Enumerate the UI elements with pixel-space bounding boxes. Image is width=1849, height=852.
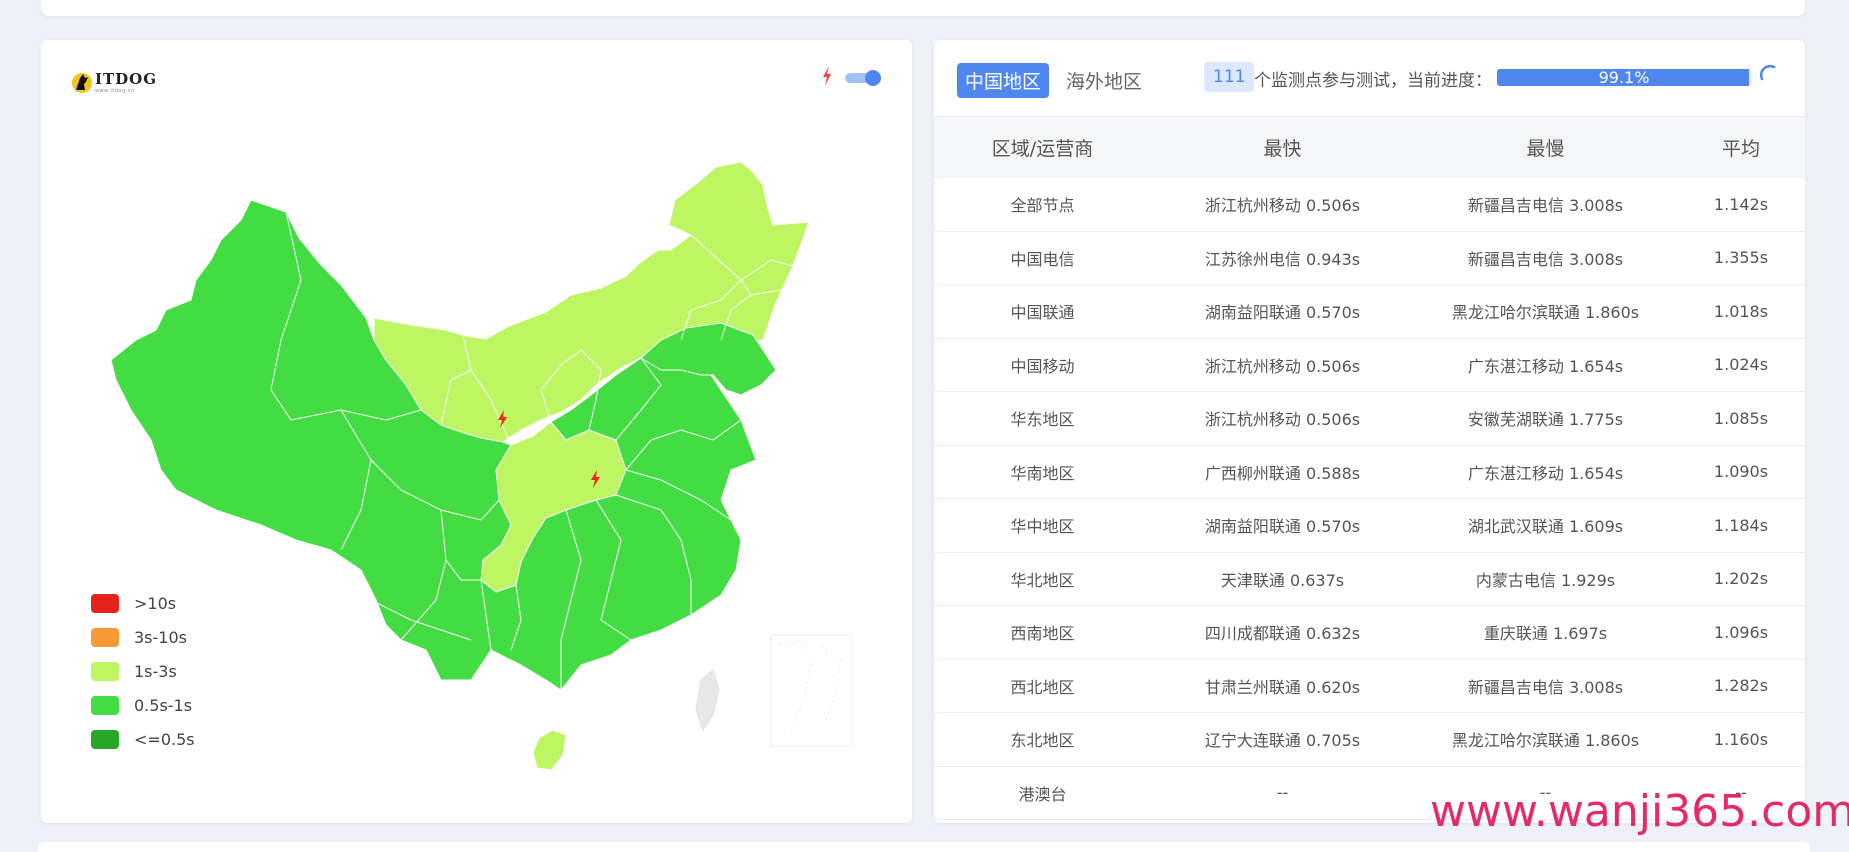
cell-average: 1.090s [1677,445,1805,499]
cell-slowest: 广东湛江移动 1.654s [1414,445,1677,499]
cell-fastest: 天津联通 0.637s [1151,552,1414,606]
map-legend: >10s 3s-10s 1s-3s 0.5s-1s <=0.5s [91,586,195,756]
cell-slowest: 广东湛江移动 1.654s [1414,338,1677,392]
table-row: 东北地区 辽宁大连联通 0.705s 黑龙江哈尔滨联通 1.860s 1.160s [934,712,1805,767]
table-row: 华中地区 湖南益阳联通 0.570s 湖北武汉联通 1.609s 1.184s [934,498,1805,553]
tab-overseas[interactable]: 海外地区 [1058,63,1150,98]
cell-region: 华北地区 [934,552,1151,606]
cell-average: 1.096s [1677,605,1805,660]
cell-region: 港澳台 [934,766,1151,820]
watermark-text: www.wanji365.com [1430,786,1849,837]
table-row: 中国电信 江苏徐州电信 0.943s 新疆昌吉电信 3.008s 1.355s [934,231,1805,285]
cell-slowest: 重庆联通 1.697s [1414,605,1677,660]
legend-item: <=0.5s [91,722,195,756]
cell-region: 华中地区 [934,498,1151,553]
cell-slowest: 新疆昌吉电信 3.008s [1414,177,1677,232]
tab-china[interactable]: 中国地区 [957,63,1050,98]
south-china-sea-inset [770,634,853,747]
cell-average: 1.202s [1677,552,1805,606]
legend-label: 0.5s-1s [134,695,193,715]
progress-bar: 99.1% [1497,69,1751,86]
cell-average: 1.355s [1677,231,1805,285]
cell-average: 1.085s [1677,391,1805,446]
cell-slowest: 新疆昌吉电信 3.008s [1414,231,1677,285]
cell-slowest: 黑龙江哈尔滨联通 1.860s [1414,712,1677,767]
legend-item: 3s-10s [91,620,195,654]
cell-fastest: -- [1151,766,1414,820]
cell-region: 中国电信 [934,231,1151,285]
cell-slowest: 黑龙江哈尔滨联通 1.860s [1414,284,1677,339]
cell-region: 西北地区 [934,659,1151,713]
col-header-region[interactable]: 区域/运营商 [934,116,1151,178]
cell-fastest: 湖南益阳联通 0.570s [1151,284,1414,339]
legend-item: >10s [91,586,195,620]
cell-fastest: 广西柳州联通 0.588s [1151,445,1414,499]
legend-swatch [91,593,119,613]
legend-label: 3s-10s [134,627,187,647]
results-table: 区域/运营商 最快 最慢 平均 全部节点 浙江杭州移动 0.506s 新疆昌吉电信 … [934,116,1805,820]
col-header-fastest[interactable]: 最快 [1151,116,1414,178]
col-header-average[interactable]: 平均 [1677,116,1805,178]
legend-swatch [91,661,119,681]
cell-region: 华东地区 [934,391,1151,446]
cell-fastest: 四川成都联通 0.632s [1151,605,1414,660]
cell-fastest: 甘肃兰州联通 0.620s [1151,659,1414,713]
cell-region: 华南地区 [934,445,1151,499]
cell-slowest: 内蒙古电信 1.929s [1414,552,1677,606]
cell-region: 西南地区 [934,605,1151,660]
table-row: 华北地区 天津联通 0.637s 内蒙古电信 1.929s 1.202s [934,552,1805,606]
table-row: 华东地区 浙江杭州移动 0.506s 安徽芜湖联通 1.775s 1.085s [934,391,1805,446]
cell-region: 东北地区 [934,712,1151,767]
cell-average: 1.142s [1677,177,1805,232]
legend-label: >10s [134,593,177,613]
legend-label: 1s-3s [134,661,177,681]
progress-caption: 个监测点参与测试，当前进度： [1254,71,1492,91]
top-panel-edge [41,0,1805,16]
region-tabs: 中国地区 海外地区 [957,63,1159,98]
cell-fastest: 江苏徐州电信 0.943s [1151,231,1414,285]
cell-average: 1.018s [1677,284,1805,339]
cell-region: 全部节点 [934,177,1151,232]
node-count-badge: 111 [1204,62,1255,92]
cell-fastest: 辽宁大连联通 0.705s [1151,712,1414,767]
table-row: 中国移动 浙江杭州移动 0.506s 广东湛江移动 1.654s 1.024s [934,338,1805,392]
map-region-taiwan [695,669,720,731]
cell-fastest: 浙江杭州移动 0.506s [1151,338,1414,392]
legend-item: 1s-3s [91,654,195,688]
table-row: 华南地区 广西柳州联通 0.588s 广东湛江移动 1.654s 1.090s [934,445,1805,499]
col-header-slowest[interactable]: 最慢 [1414,116,1677,178]
legend-label: <=0.5s [134,729,195,749]
cell-slowest: 安徽芜湖联通 1.775s [1414,391,1677,446]
cell-region: 中国联通 [934,284,1151,339]
cell-fastest: 浙江杭州移动 0.506s [1151,391,1414,446]
legend-item: 0.5s-1s [91,688,195,722]
cell-fastest: 浙江杭州移动 0.506s [1151,177,1414,232]
cell-average: 1.160s [1677,712,1805,767]
cell-slowest: 新疆昌吉电信 3.008s [1414,659,1677,713]
legend-swatch [91,627,119,647]
bottom-panel-edge [38,842,1810,852]
cell-average: 1.282s [1677,659,1805,713]
map-panel: ITDOG www.itdog.cn >10s 3s-10s 1s-3s 0.5… [41,40,912,823]
results-panel: 中国地区 海外地区 111 个监测点参与测试，当前进度： 99.1% 区域/运营… [934,40,1805,823]
table-row: 中国联通 湖南益阳联通 0.570s 黑龙江哈尔滨联通 1.860s 1.018s [934,284,1805,339]
legend-swatch [91,729,119,749]
cell-region: 中国移动 [934,338,1151,392]
cell-average: 1.184s [1677,498,1805,553]
progress-label: 99.1% [1598,69,1650,86]
legend-swatch [91,695,119,715]
table-header-row: 区域/运营商 最快 最慢 平均 [934,116,1805,178]
cell-slowest: 湖北武汉联通 1.609s [1414,498,1677,553]
map-region-hainan [532,729,567,771]
table-row: 西北地区 甘肃兰州联通 0.620s 新疆昌吉电信 3.008s 1.282s [934,659,1805,713]
table-row: 西南地区 四川成都联通 0.632s 重庆联通 1.697s 1.096s [934,605,1805,660]
cell-average: 1.024s [1677,338,1805,392]
table-row: 全部节点 浙江杭州移动 0.506s 新疆昌吉电信 3.008s 1.142s [934,177,1805,232]
cell-fastest: 湖南益阳联通 0.570s [1151,498,1414,553]
loading-spinner-icon [1759,64,1776,81]
